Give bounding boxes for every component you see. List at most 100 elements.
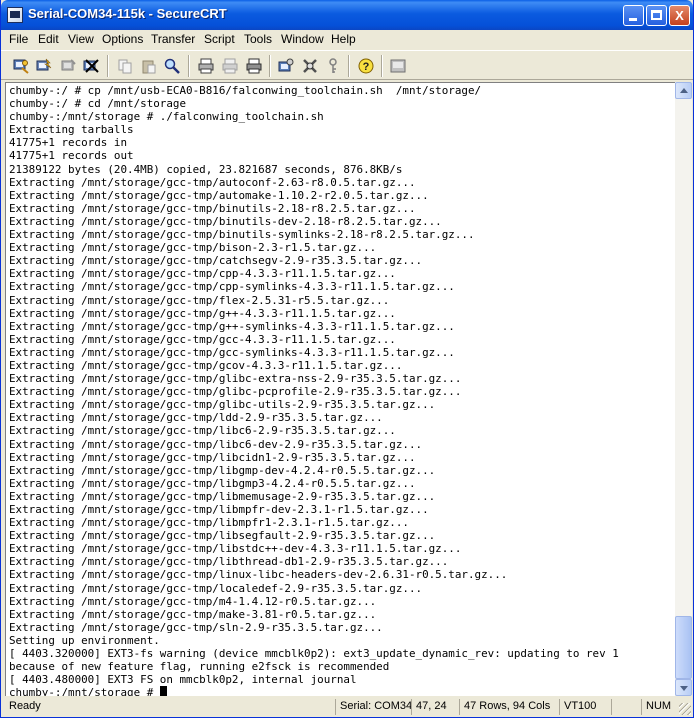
maximize-icon (651, 10, 662, 20)
menu-script[interactable]: Script (204, 32, 235, 46)
menu-help[interactable]: Help (331, 32, 356, 46)
terminal-line: Extracting /mnt/storage/gcc-tmp/glibc-ut… (9, 398, 436, 412)
status-num-lock: NUM (641, 699, 677, 715)
scroll-up-button[interactable] (675, 82, 692, 99)
minimize-icon (629, 18, 637, 21)
terminal-line: Extracting tarballs (9, 123, 134, 137)
session-options-button[interactable] (276, 56, 296, 76)
terminal-output: chumby-:/ # cp /mnt/usb-ECA0-B816/falcon… (9, 84, 619, 696)
terminal-line: Extracting /mnt/storage/gcc-tmp/libgmp3-… (9, 476, 416, 490)
connect-button[interactable] (11, 56, 31, 76)
terminal-line: Extracting /mnt/storage/gcc-tmp/libstdc+… (9, 542, 462, 556)
copy-button[interactable] (115, 56, 135, 76)
terminal-line: Extracting /mnt/storage/gcc-tmp/libc6-2.… (9, 424, 396, 438)
terminal-line: Extracting /mnt/storage/gcc-tmp/automake… (9, 188, 429, 202)
toolbar-separator (269, 55, 271, 77)
status-terminal-size: 47 Rows, 94 Cols (459, 699, 559, 715)
terminal-line: Extracting /mnt/storage/gcc-tmp/libthrea… (9, 555, 449, 569)
terminal-line: Extracting /mnt/storage/gcc-tmp/cpp-syml… (9, 280, 455, 294)
terminal-line: Extracting /mnt/storage/gcc-tmp/m4-1.4.1… (9, 594, 377, 608)
terminal-line: Extracting /mnt/storage/gcc-tmp/ldd-2.9-… (9, 411, 383, 425)
title-bar[interactable]: Serial-COM34-115k - SecureCRT X (1, 0, 693, 30)
disconnect-icon (83, 59, 99, 73)
terminal-line: Extracting /mnt/storage/gcc-tmp/gcc-syml… (9, 345, 455, 359)
resize-grip[interactable] (679, 703, 691, 715)
help-button[interactable]: ? (356, 56, 376, 76)
print-button[interactable] (244, 56, 264, 76)
paste-button[interactable] (139, 56, 159, 76)
terminal-line: chumby-:/ # cp /mnt/usb-ECA0-B816/falcon… (9, 84, 482, 97)
terminal-line: Extracting /mnt/storage/gcc-tmp/linux-li… (9, 568, 508, 582)
menu-file[interactable]: File (9, 32, 28, 46)
minimize-button[interactable] (623, 5, 644, 26)
terminal-line: Extracting /mnt/storage/gcc-tmp/gcc-4.3.… (9, 332, 396, 346)
terminal-line: 41775+1 records out (9, 149, 134, 163)
print-selection-button[interactable] (220, 56, 240, 76)
scroll-down-button[interactable] (675, 679, 692, 696)
arrow-up-icon (680, 88, 688, 93)
print-screen-button[interactable] (196, 56, 216, 76)
menu-tools[interactable]: Tools (244, 32, 272, 46)
terminal-line: [ 4403.320000] EXT3-fs warning (device m… (9, 647, 619, 661)
terminal-line: chumby-:/mnt/storage # ./falconwing_tool… (9, 110, 324, 124)
global-options-button[interactable] (300, 56, 320, 76)
toolbar: ? (1, 50, 693, 80)
connect-tab-icon (61, 59, 76, 71)
securecrt-window: Serial-COM34-115k - SecureCRT X File Edi… (0, 0, 694, 718)
menu-window[interactable]: Window (281, 32, 324, 46)
terminal-line: Extracting /mnt/storage/gcc-tmp/g++-4.3.… (9, 306, 396, 320)
terminal-line: because of new feature flag, running e2f… (9, 660, 390, 674)
copy-icon (118, 59, 132, 74)
menu-transfer[interactable]: Transfer (151, 32, 195, 46)
help-icon: ? (358, 58, 374, 74)
toolbar-separator (107, 55, 109, 77)
securecrt-app-icon[interactable] (7, 7, 23, 23)
terminal-line: Extracting /mnt/storage/gcc-tmp/glibc-pc… (9, 385, 462, 399)
quick-connect-icon (36, 58, 52, 71)
svg-text:?: ? (363, 61, 370, 73)
arrow-down-icon (680, 686, 688, 691)
terminal-line: Extracting /mnt/storage/gcc-tmp/autoconf… (9, 175, 416, 189)
sftp-button[interactable] (388, 56, 408, 76)
find-button[interactable] (162, 56, 182, 76)
terminal-line: Extracting /mnt/storage/gcc-tmp/cpp-4.3.… (9, 267, 396, 281)
terminal-line: Extracting /mnt/storage/gcc-tmp/sln-2.9-… (9, 620, 383, 634)
vertical-scrollbar[interactable] (675, 82, 692, 696)
global-options-icon (303, 59, 317, 73)
terminal-line: Extracting /mnt/storage/gcc-tmp/flex-2.5… (9, 293, 390, 307)
terminal-line: Extracting /mnt/storage/gcc-tmp/libgmp-d… (9, 463, 436, 477)
menu-options[interactable]: Options (102, 32, 143, 46)
print-selection-icon (222, 58, 238, 74)
maximize-button[interactable] (646, 5, 667, 26)
menu-bar: File Edit View Options Transfer Script T… (1, 30, 693, 49)
terminal-line: Extracting /mnt/storage/gcc-tmp/make-3.8… (9, 607, 377, 621)
menu-edit[interactable]: Edit (38, 32, 59, 46)
terminal-view[interactable]: chumby-:/ # cp /mnt/usb-ECA0-B816/falcon… (5, 82, 675, 696)
keymap-button[interactable] (323, 56, 343, 76)
keymap-icon (329, 58, 337, 73)
terminal-line: Extracting /mnt/storage/gcc-tmp/libcidn1… (9, 450, 416, 464)
terminal-line: 41775+1 records in (9, 136, 128, 150)
close-button[interactable]: X (669, 5, 690, 26)
quick-connect-button[interactable] (34, 56, 54, 76)
connect-in-tab-button[interactable] (58, 56, 78, 76)
terminal-line: 21389122 bytes (20.4MB) copied, 23.82168… (9, 162, 403, 176)
status-blank (611, 699, 641, 715)
session-options-icon (278, 58, 294, 72)
terminal-line: Extracting /mnt/storage/gcc-tmp/libmpfr1… (9, 516, 409, 530)
scroll-thumb[interactable] (675, 616, 692, 679)
terminal-line: Extracting /mnt/storage/gcc-tmp/libc6-de… (9, 437, 423, 451)
window-title: Serial-COM34-115k - SecureCRT (28, 6, 227, 21)
print-screen-icon (198, 58, 214, 74)
menu-view[interactable]: View (68, 32, 94, 46)
terminal-line: Extracting /mnt/storage/gcc-tmp/catchseg… (9, 254, 423, 268)
status-bar: Ready Serial: COM34 47, 24 47 Rows, 94 C… (1, 698, 693, 717)
toolbar-separator (348, 55, 350, 77)
disconnect-button[interactable] (81, 56, 101, 76)
status-terminal-type: VT100 (559, 699, 611, 715)
terminal-line: Extracting /mnt/storage/gcc-tmp/localede… (9, 581, 423, 595)
terminal-line: Extracting /mnt/storage/gcc-tmp/libmpfr-… (9, 503, 429, 516)
status-cursor-position: 47, 24 (411, 699, 459, 715)
terminal-line: Extracting /mnt/storage/gcc-tmp/binutils… (9, 228, 475, 242)
terminal-line: [ 4403.480000] EXT3 FS on mmcblk0p2, int… (9, 673, 357, 687)
